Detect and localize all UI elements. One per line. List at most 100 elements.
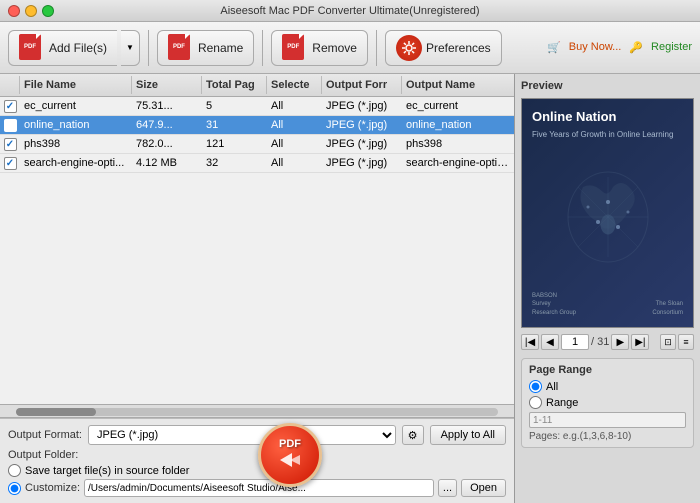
bottom-controls: Output Format: JPEG (*.jpg) ⚙ Apply to A… — [0, 418, 514, 503]
bottom-wrapper: Output Format: JPEG (*.jpg) ⚙ Apply to A… — [0, 418, 514, 503]
add-files-dropdown[interactable]: ▼ — [121, 30, 140, 66]
buy-now-link[interactable]: Buy Now... — [569, 41, 622, 54]
remove-label: Remove — [312, 41, 357, 55]
table-row[interactable]: online_nation 647.9... 31 All JPEG (*.jp… — [0, 116, 514, 135]
key-icon: 🔑 — [629, 41, 643, 54]
divider-3 — [376, 30, 377, 66]
prev-page-button[interactable]: ◀ — [541, 334, 559, 350]
scroll-track — [16, 408, 498, 416]
customize-radio[interactable] — [8, 482, 21, 495]
col-select: Selecte — [267, 76, 322, 94]
cart-icon: 🛒 — [547, 41, 561, 54]
cell-size-2: 782.0... — [132, 135, 202, 153]
format-settings-button[interactable]: ⚙ — [402, 425, 424, 445]
format-select[interactable]: JPEG (*.jpg) — [88, 425, 396, 445]
range-label: Range — [546, 397, 578, 409]
customize-label: Customize: — [25, 482, 80, 494]
row-checkbox-1[interactable] — [0, 117, 20, 134]
customize-row: Customize: ... Open — [8, 479, 506, 497]
convert-button[interactable]: PDF — [258, 423, 322, 487]
cell-format-2: JPEG (*.jpg) — [322, 135, 402, 153]
table-row[interactable]: phs398 782.0... 121 All JPEG (*.jpg) phs… — [0, 135, 514, 154]
col-pages: Total Pag — [202, 76, 267, 94]
checkbox-1[interactable] — [4, 119, 17, 132]
next-page-button[interactable]: ▶ — [611, 334, 629, 350]
remove-pdf-icon: PDF — [282, 34, 308, 62]
cell-format-0: JPEG (*.jpg) — [322, 97, 402, 115]
preview-book: Online Nation Five Years of Growth in On… — [522, 99, 693, 327]
toolbar: PDF Add File(s) ▼ PDF Rename PDF Remove — [0, 22, 700, 74]
col-check — [0, 76, 20, 94]
row-checkbox-3[interactable] — [0, 155, 20, 172]
range-radio-row: Range — [529, 396, 686, 409]
cell-select-0: All — [267, 97, 322, 115]
cell-pages-2: 121 — [202, 135, 267, 153]
zoom-button[interactable]: ≡ — [678, 334, 694, 350]
browse-button[interactable]: ... — [438, 479, 457, 497]
last-page-button[interactable]: ▶| — [631, 334, 649, 350]
cell-name-0: ec_current — [20, 97, 132, 115]
cell-pages-0: 5 — [202, 97, 267, 115]
col-filename: File Name — [20, 76, 132, 94]
output-format-label: Output Format: — [8, 429, 82, 441]
nav-icons: ⊡ ≡ — [660, 334, 694, 350]
table-row[interactable]: search-engine-opti... 4.12 MB 32 All JPE… — [0, 154, 514, 173]
all-radio-row: All — [529, 380, 686, 393]
apply-to-all-button[interactable]: Apply to All — [430, 425, 506, 445]
book-footer: BABSON Survey Research Group The Sloan C… — [532, 292, 683, 317]
cell-output-1: online_nation — [402, 116, 514, 134]
convert-button-area: PDF — [258, 423, 322, 487]
cell-format-3: JPEG (*.jpg) — [322, 154, 402, 172]
right-panel: Preview Online Nation Five Years of Grow… — [515, 74, 700, 503]
save-source-radio[interactable] — [8, 464, 21, 477]
preferences-button[interactable]: Preferences — [385, 30, 502, 66]
cell-format-1: JPEG (*.jpg) — [322, 116, 402, 134]
rename-pdf-icon: PDF — [168, 34, 194, 62]
cell-output-0: ec_current — [402, 97, 514, 115]
range-radio[interactable] — [529, 396, 542, 409]
add-files-button[interactable]: PDF Add File(s) — [8, 30, 117, 66]
add-pdf-icon: PDF — [19, 34, 45, 62]
page-number-input[interactable] — [561, 334, 589, 350]
range-input[interactable] — [529, 412, 686, 428]
preview-box: Online Nation Five Years of Growth in On… — [521, 98, 694, 328]
toolbar-right: 🛒 Buy Now... 🔑 Register — [547, 41, 692, 54]
horizontal-scrollbar[interactable] — [0, 404, 514, 418]
save-source-option: Save target file(s) in source folder — [8, 464, 506, 477]
col-size: Size — [132, 76, 202, 94]
page-total: / 31 — [591, 336, 609, 348]
cell-select-3: All — [267, 154, 322, 172]
rename-button[interactable]: PDF Rename — [157, 30, 254, 66]
checkbox-2[interactable] — [4, 138, 17, 151]
checkbox-0[interactable] — [4, 100, 17, 113]
minimize-button[interactable] — [25, 5, 37, 17]
all-radio[interactable] — [529, 380, 542, 393]
open-button[interactable]: Open — [461, 479, 506, 497]
preferences-icon — [396, 35, 422, 61]
table-body: ec_current 75.31... 5 All JPEG (*.jpg) e… — [0, 97, 514, 173]
file-table: File Name Size Total Pag Selecte Output … — [0, 74, 514, 404]
row-checkbox-2[interactable] — [0, 136, 20, 153]
row-checkbox-0[interactable] — [0, 98, 20, 115]
cell-name-3: search-engine-opti... — [20, 154, 132, 172]
register-link[interactable]: Register — [651, 41, 692, 54]
page-range-title: Page Range — [529, 364, 686, 376]
page-nav: |◀ ◀ / 31 ▶ ▶| ⊡ ≡ — [521, 334, 694, 350]
cell-pages-3: 32 — [202, 154, 267, 172]
cell-size-0: 75.31... — [132, 97, 202, 115]
maximize-button[interactable] — [42, 5, 54, 17]
window-controls — [8, 5, 54, 17]
cell-size-3: 4.12 MB — [132, 154, 202, 172]
checkbox-3[interactable] — [4, 157, 17, 170]
scroll-thumb[interactable] — [16, 408, 96, 416]
titlebar: Aiseesoft Mac PDF Converter Ultimate(Unr… — [0, 0, 700, 22]
cell-output-2: phs398 — [402, 135, 514, 153]
remove-button[interactable]: PDF Remove — [271, 30, 368, 66]
close-button[interactable] — [8, 5, 20, 17]
save-source-label: Save target file(s) in source folder — [25, 465, 189, 477]
first-page-button[interactable]: |◀ — [521, 334, 539, 350]
col-output: Output Name — [402, 76, 514, 94]
fit-page-button[interactable]: ⊡ — [660, 334, 676, 350]
main-area: File Name Size Total Pag Selecte Output … — [0, 74, 700, 503]
table-row[interactable]: ec_current 75.31... 5 All JPEG (*.jpg) e… — [0, 97, 514, 116]
